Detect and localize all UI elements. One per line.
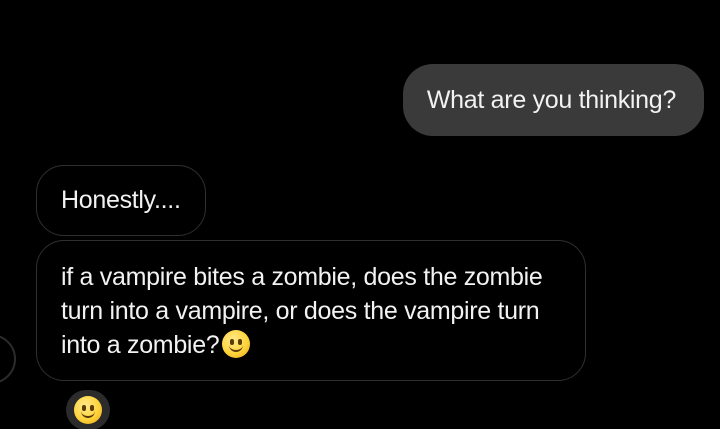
smiling-face-icon (74, 396, 102, 424)
message-text: Honestly.... (61, 186, 181, 214)
outgoing-message-bubble[interactable]: What are you thinking? (402, 64, 704, 136)
chat-view: What are you thinking? Honestly.... if a… (0, 0, 720, 429)
avatar-outline (0, 334, 16, 384)
incoming-message-bubble[interactable]: if a vampire bites a zombie, does the zo… (36, 240, 586, 382)
smiling-face-icon (222, 329, 251, 358)
message-text: if a vampire bites a zombie, does the zo… (61, 263, 543, 359)
message-text: What are you thinking? (426, 86, 676, 114)
incoming-message-bubble[interactable]: Honestly.... (36, 165, 206, 236)
message-reaction[interactable] (66, 390, 110, 429)
